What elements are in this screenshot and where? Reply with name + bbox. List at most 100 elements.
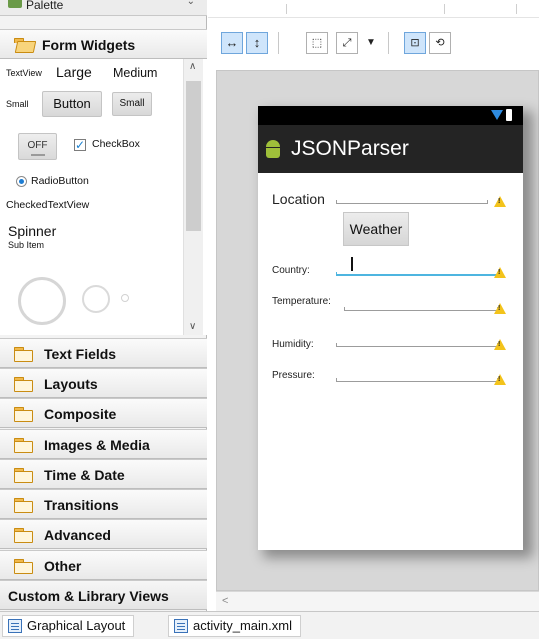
folder-icon [14, 438, 33, 453]
layout-icon[interactable]: ⊡ [404, 32, 426, 54]
humidity-input[interactable] [336, 343, 498, 347]
scrollbar-thumb[interactable] [186, 81, 201, 231]
chevron-down-icon[interactable]: ⌄ [187, 0, 195, 7]
country-label[interactable]: Country: [272, 265, 310, 276]
tab-activity-main-xml[interactable]: activity_main.xml [168, 615, 301, 637]
action-bar: JSONParser [258, 125, 523, 173]
radio-selected-icon[interactable] [16, 176, 27, 187]
divider [444, 4, 445, 14]
widget-list: TextView Large Medium Small Button Small… [0, 59, 207, 335]
design-canvas[interactable]: JSONParser Location ! Weather Country: !… [216, 70, 539, 591]
country-input[interactable] [336, 272, 498, 276]
folder-icon [14, 407, 33, 422]
category-label: Other [44, 558, 82, 574]
temperature-label[interactable]: Temperature: [272, 296, 331, 307]
warning-icon: ! [494, 339, 506, 350]
fit-height-icon[interactable]: ↕ [246, 32, 268, 54]
progress-medium-icon[interactable] [82, 285, 110, 313]
humidity-label[interactable]: Humidity: [272, 339, 314, 350]
canvas-horizontal-scrollbar[interactable]: < [216, 591, 539, 611]
folder-icon [14, 468, 33, 483]
palette-panel: Palette ⌄ Form Widgets TextView Large Me… [0, 0, 207, 611]
widget-small-text[interactable]: Small [6, 99, 29, 109]
folder-icon [14, 559, 33, 574]
toolbar-separator [278, 32, 279, 54]
category-text-fields[interactable]: Text Fields [0, 338, 207, 368]
divider [516, 4, 517, 14]
widget-textview[interactable]: TextView [6, 68, 42, 78]
palette-title: Palette [26, 0, 64, 12]
signal-icon [491, 110, 503, 120]
folder-icon [14, 377, 33, 392]
rotate-icon[interactable]: ⟲ [429, 32, 451, 54]
app-title: JSONParser [291, 137, 409, 160]
widget-radiobutton[interactable]: RadioButton [31, 175, 89, 187]
palette-icon [8, 0, 22, 8]
palette-header[interactable]: Palette ⌄ [0, 0, 207, 16]
category-label: Time & Date [44, 467, 125, 483]
tab-label: Graphical Layout [27, 618, 126, 633]
editor-toolbar: ↔ ↕ ⬚ ⤢ ▼ ⊡ ⟲ [208, 24, 539, 64]
folder-icon [14, 528, 33, 543]
category-images-media[interactable]: Images & Media [0, 429, 207, 459]
widget-sub-item[interactable]: Sub Item [8, 240, 44, 250]
category-label: Composite [44, 406, 117, 422]
location-input[interactable] [336, 200, 488, 204]
battery-icon [506, 109, 512, 121]
toolbar-separator [388, 32, 389, 54]
tab-graphical-layout[interactable]: Graphical Layout [2, 615, 135, 637]
folder-icon [14, 347, 33, 362]
category-label: Text Fields [44, 346, 117, 362]
grid-icon[interactable]: ⬚ [306, 32, 328, 54]
checkbox-checked-icon[interactable]: ✓ [74, 139, 86, 151]
category-other[interactable]: Other [0, 550, 207, 580]
category-label: Layouts [44, 376, 98, 392]
text-cursor [351, 257, 353, 271]
tab-label: activity_main.xml [193, 618, 292, 633]
palette-scrollbar[interactable]: ∧ ∨ [183, 59, 203, 335]
folder-icon [14, 498, 33, 513]
folder-open-icon [14, 38, 32, 51]
category-custom-library-views[interactable]: Custom & Library Views [0, 580, 207, 610]
scroll-down-icon[interactable]: ∨ [189, 321, 196, 332]
weather-button[interactable]: Weather [343, 212, 409, 246]
progress-large-icon[interactable] [18, 277, 66, 325]
category-form-widgets[interactable]: Form Widgets [0, 29, 207, 59]
xml-file-icon [174, 619, 188, 633]
pressure-label[interactable]: Pressure: [272, 370, 315, 381]
category-layouts[interactable]: Layouts [0, 368, 207, 398]
widget-checkbox[interactable]: CheckBox [92, 138, 140, 150]
category-transitions[interactable]: Transitions [0, 489, 207, 519]
widget-large-text[interactable]: Large [56, 64, 92, 80]
scroll-up-icon[interactable]: ∧ [189, 61, 196, 72]
layout-editor-icon [8, 619, 22, 633]
pressure-input[interactable] [336, 378, 498, 382]
fit-width-icon[interactable]: ↔ [221, 32, 243, 54]
temperature-input[interactable] [344, 307, 498, 311]
category-advanced[interactable]: Advanced [0, 519, 207, 549]
layout-editor: ↔ ↕ ⬚ ⤢ ▼ ⊡ ⟲ JSONParser Location ! Weat… [208, 0, 539, 611]
editor-top-strip [208, 0, 539, 18]
status-bar [258, 106, 523, 125]
dropdown-icon[interactable]: ▼ [366, 37, 376, 48]
widget-small-button[interactable]: Small [112, 92, 152, 116]
editor-tabs: Graphical Layout activity_main.xml [0, 611, 539, 639]
category-composite[interactable]: Composite [0, 398, 207, 428]
widget-checked-textview[interactable]: CheckedTextView [6, 199, 89, 211]
scroll-left-icon[interactable]: < [222, 595, 228, 607]
widget-toggle-button[interactable]: OFF [18, 133, 57, 160]
warning-icon: ! [494, 303, 506, 314]
category-time-date[interactable]: Time & Date [0, 459, 207, 489]
widget-medium-text[interactable]: Medium [113, 66, 157, 80]
widget-button[interactable]: Button [42, 91, 102, 117]
zoom-icon[interactable]: ⤢ [336, 32, 358, 54]
category-label: Transitions [44, 497, 119, 513]
device-preview[interactable]: JSONParser Location ! Weather Country: !… [258, 106, 523, 550]
category-label: Images & Media [44, 437, 150, 453]
location-label[interactable]: Location [272, 191, 325, 207]
category-label: Advanced [44, 527, 111, 543]
warning-icon: ! [494, 267, 506, 278]
widget-spinner[interactable]: Spinner [8, 223, 56, 239]
android-icon [265, 140, 281, 158]
progress-small-icon[interactable] [121, 294, 129, 302]
